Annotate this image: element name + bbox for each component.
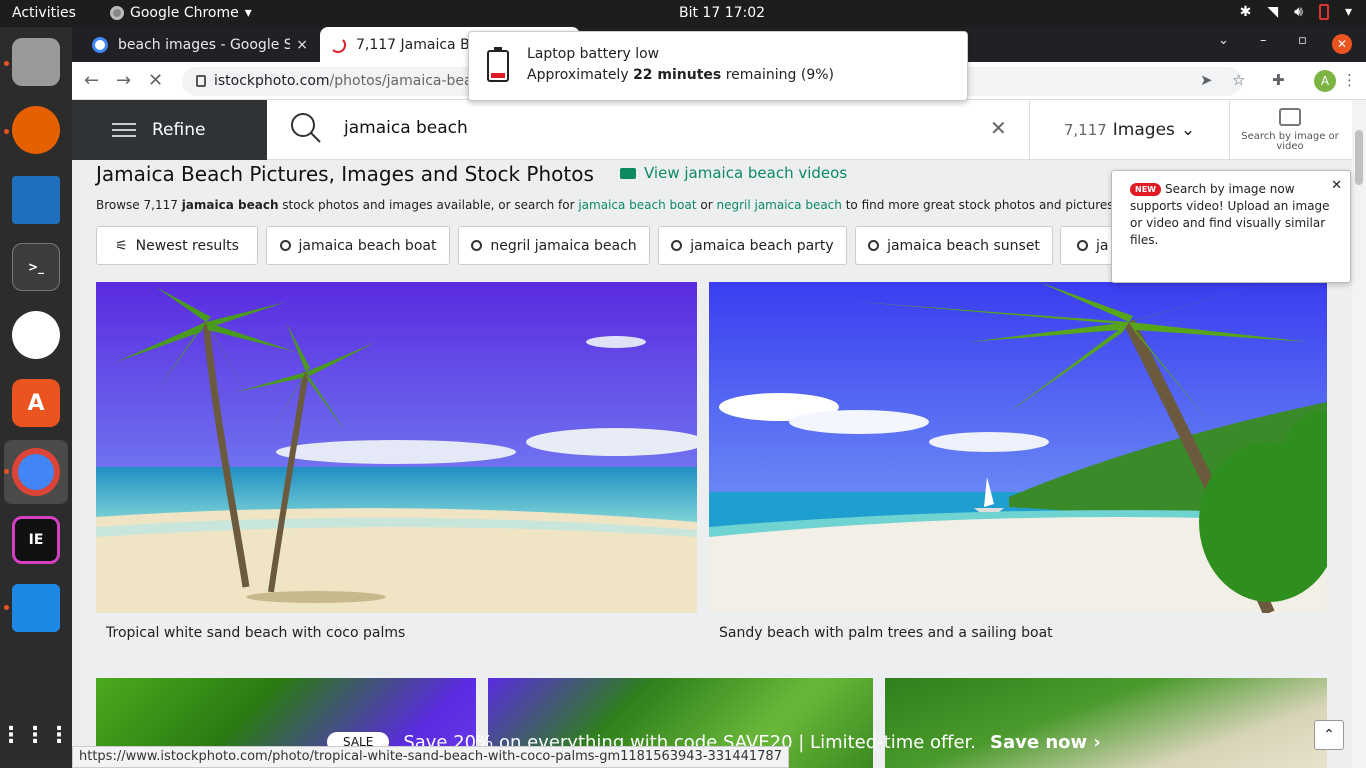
vscode-icon[interactable] (12, 584, 60, 632)
save-now-link[interactable]: Save now › (990, 732, 1101, 753)
search-icon (868, 240, 880, 251)
libreoffice-impress-icon[interactable] (12, 176, 60, 224)
search-icon (279, 240, 291, 251)
show-apps-icon[interactable]: ⋮⋮⋮ (0, 711, 70, 759)
loading-spinner-icon (330, 36, 346, 53)
url-text: istockphoto.com/photos/jamaica-beach (214, 73, 490, 89)
scrollbar[interactable] (1352, 100, 1366, 768)
chevron-down-icon: ▾ (244, 5, 252, 21)
google-icon (92, 36, 108, 53)
sliders-icon (112, 120, 136, 140)
files-icon[interactable] (12, 38, 60, 86)
newest-results-chip[interactable]: ⚟ Newest results (96, 226, 258, 265)
search-input[interactable]: jamaica beach (344, 118, 468, 138)
search-by-image-label: Search by image or video (1241, 131, 1339, 152)
back-icon[interactable]: ← (84, 70, 99, 91)
chevron-down-icon: ⌄ (1180, 120, 1196, 140)
photo-caption[interactable]: Sandy beach with palm trees and a sailin… (719, 625, 1053, 641)
lock-icon (196, 75, 206, 87)
image-search-icon (1279, 108, 1301, 126)
view-videos-label: View jamaica beach videos (644, 164, 848, 182)
volume-icon: 🔊︎ (1294, 4, 1303, 20)
running-indicator (4, 605, 9, 610)
related-search-link[interactable]: jamaica beach boat (578, 198, 696, 212)
new-badge: NEW (1130, 183, 1161, 196)
power-icon: ▾ (1344, 4, 1352, 20)
media-type-dropdown[interactable]: 7,117 Images ⌄ (1029, 100, 1230, 160)
video-camera-icon (620, 167, 636, 179)
software-center-icon[interactable]: A (12, 379, 60, 427)
related-search-chip[interactable]: jamaica beach party (658, 226, 847, 265)
app-menu[interactable]: Google Chrome ▾ (110, 5, 252, 21)
notification-title: Laptop battery low (527, 46, 660, 62)
chrome-icon (110, 6, 124, 20)
app-menu-label: Google Chrome (130, 5, 239, 21)
running-indicator (4, 61, 9, 66)
bookmark-star-icon[interactable]: ☆ (1232, 71, 1245, 89)
photo-sandy-beach-boat[interactable] (709, 282, 1327, 613)
network-settings-icon: ✱ (1239, 4, 1252, 20)
terminal-icon[interactable]: >_ (12, 243, 60, 291)
media-type-label: Images (1112, 120, 1175, 140)
system-top-bar: Activities Google Chrome ▾ Bit 17 17:02 … (0, 0, 1366, 27)
page-title: Jamaica Beach Pictures, Images and Stock… (96, 162, 594, 186)
stop-icon[interactable]: ✕ (148, 70, 163, 91)
system-tray[interactable]: ✱ ◥ 🔊︎ ▾ (1240, 4, 1352, 20)
tab-title: beach images - Google Se (118, 36, 291, 53)
close-tab-icon[interactable]: × (296, 37, 308, 53)
firefox-icon[interactable] (12, 106, 60, 154)
related-search-link[interactable]: negril jamaica beach (716, 198, 841, 212)
clear-search-icon[interactable]: ✕ (990, 116, 1007, 140)
link-status-bar: https://www.istockphoto.com/photo/tropic… (72, 746, 789, 768)
beach-photo-image (96, 282, 697, 613)
tab-search-icon[interactable]: ⌄ (1218, 33, 1229, 48)
close-icon[interactable]: ✕ (1331, 177, 1342, 194)
clock[interactable]: Bit 17 17:02 (679, 5, 765, 21)
search-icon (471, 240, 483, 251)
send-icon[interactable]: ➤ (1200, 71, 1213, 89)
refine-button[interactable]: Refine (72, 100, 267, 160)
browse-description: Browse 7,117 jamaica beach stock photos … (96, 198, 1118, 212)
search-by-image-button[interactable]: Search by image or video (1230, 100, 1350, 160)
activities-button[interactable]: Activities (12, 5, 76, 21)
dock: >_ A IE ⋮⋮⋮ (0, 27, 72, 768)
beach-photo-image (709, 282, 1327, 613)
sort-icon: ⚟ (115, 237, 128, 254)
running-indicator (4, 469, 9, 474)
search-icon (1077, 240, 1088, 251)
maximize-icon[interactable]: ▫ (1298, 33, 1307, 48)
chrome-icon[interactable] (12, 448, 60, 496)
refine-label: Refine (152, 120, 206, 140)
page-content: Refine jamaica beach ✕ 7,117 Images ⌄ Se… (72, 100, 1366, 768)
minimize-icon[interactable]: – (1260, 33, 1267, 48)
menu-icon[interactable]: ⋮ (1342, 71, 1357, 89)
search-bar: Refine jamaica beach ✕ 7,117 Images ⌄ Se… (72, 100, 1366, 768)
profile-avatar[interactable]: A (1314, 70, 1336, 92)
scrollbar-thumb[interactable] (1355, 130, 1363, 185)
notification-body: Approximately 22 minutes remaining (9%) (527, 67, 834, 83)
view-videos-link[interactable]: View jamaica beach videos (620, 164, 847, 182)
photo-caption[interactable]: Tropical white sand beach with coco palm… (106, 625, 405, 641)
slack-icon[interactable] (12, 311, 60, 359)
related-search-chip[interactable]: jamaica beach boat (266, 226, 450, 265)
tab-google-search[interactable]: beach images - Google Se × (82, 27, 318, 62)
back-to-top-button[interactable]: ⌃ (1314, 720, 1344, 750)
wifi-icon: ◥ (1267, 4, 1279, 20)
related-search-chip[interactable]: negril jamaica beach (458, 226, 650, 265)
photo-tropical-beach[interactable] (96, 282, 697, 613)
search-icon (291, 113, 321, 143)
battery-notification[interactable]: Laptop battery low Approximately 22 minu… (468, 31, 968, 101)
result-count: 7,117 (1063, 121, 1107, 139)
extensions-icon[interactable]: ✚ (1272, 71, 1285, 89)
related-search-chip[interactable]: jamaica beach sunset (855, 226, 1053, 265)
close-window-icon[interactable]: ✕ (1332, 34, 1352, 54)
search-icon (671, 240, 683, 251)
battery-icon (1318, 4, 1329, 20)
intellij-icon[interactable]: IE (12, 516, 60, 564)
running-indicator (4, 129, 9, 134)
forward-icon[interactable]: → (116, 70, 131, 91)
battery-low-icon (487, 47, 509, 82)
search-by-image-tooltip: NEW Search by image now supports video! U… (1111, 170, 1351, 283)
